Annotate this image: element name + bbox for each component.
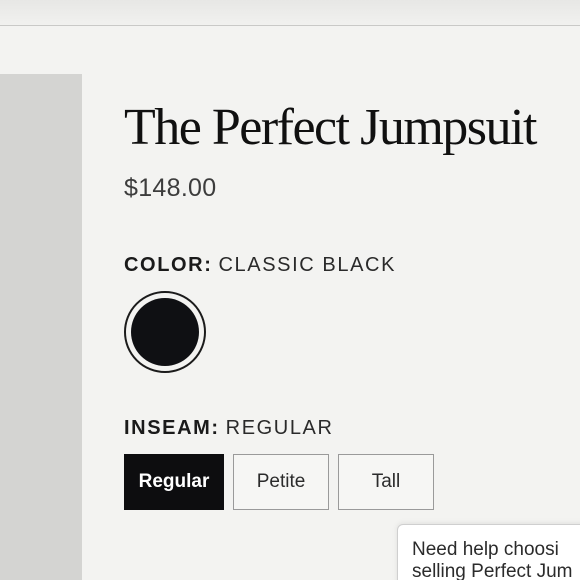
color-swatch-classic-black[interactable]: [124, 291, 206, 373]
inseam-label: INSEAM:: [124, 417, 220, 439]
inseam-regular-button[interactable]: Regular: [124, 454, 224, 510]
product-page: The Perfect Jumpsuit $148.00 COLOR: CLASS…: [0, 0, 580, 580]
inseam-options: Regular Petite Tall: [124, 454, 580, 510]
inseam-option-row: INSEAM: REGULAR: [124, 417, 580, 440]
color-value: CLASSIC BLACK: [218, 254, 397, 276]
inseam-petite-button[interactable]: Petite: [233, 454, 329, 510]
monitor-bezel: [0, 0, 580, 26]
product-title: The Perfect Jumpsuit: [124, 99, 537, 156]
product-price: $148.00: [124, 174, 217, 202]
product-details: The Perfect Jumpsuit $148.00 COLOR: CLASS…: [124, 96, 580, 510]
color-swatch-fill: [131, 298, 199, 366]
inseam-value: REGULAR: [225, 417, 334, 439]
product-image[interactable]: [0, 74, 82, 580]
inseam-tall-button[interactable]: Tall: [338, 454, 434, 510]
color-label: COLOR:: [124, 254, 213, 276]
color-option-row: COLOR: CLASSIC BLACK: [124, 254, 580, 277]
chat-popup-line-2: selling Perfect Jum: [412, 561, 573, 580]
chat-popup-line-1: Need help choosi: [412, 539, 559, 560]
chat-help-popup[interactable]: Need help choosi selling Perfect Jum: [397, 524, 580, 580]
